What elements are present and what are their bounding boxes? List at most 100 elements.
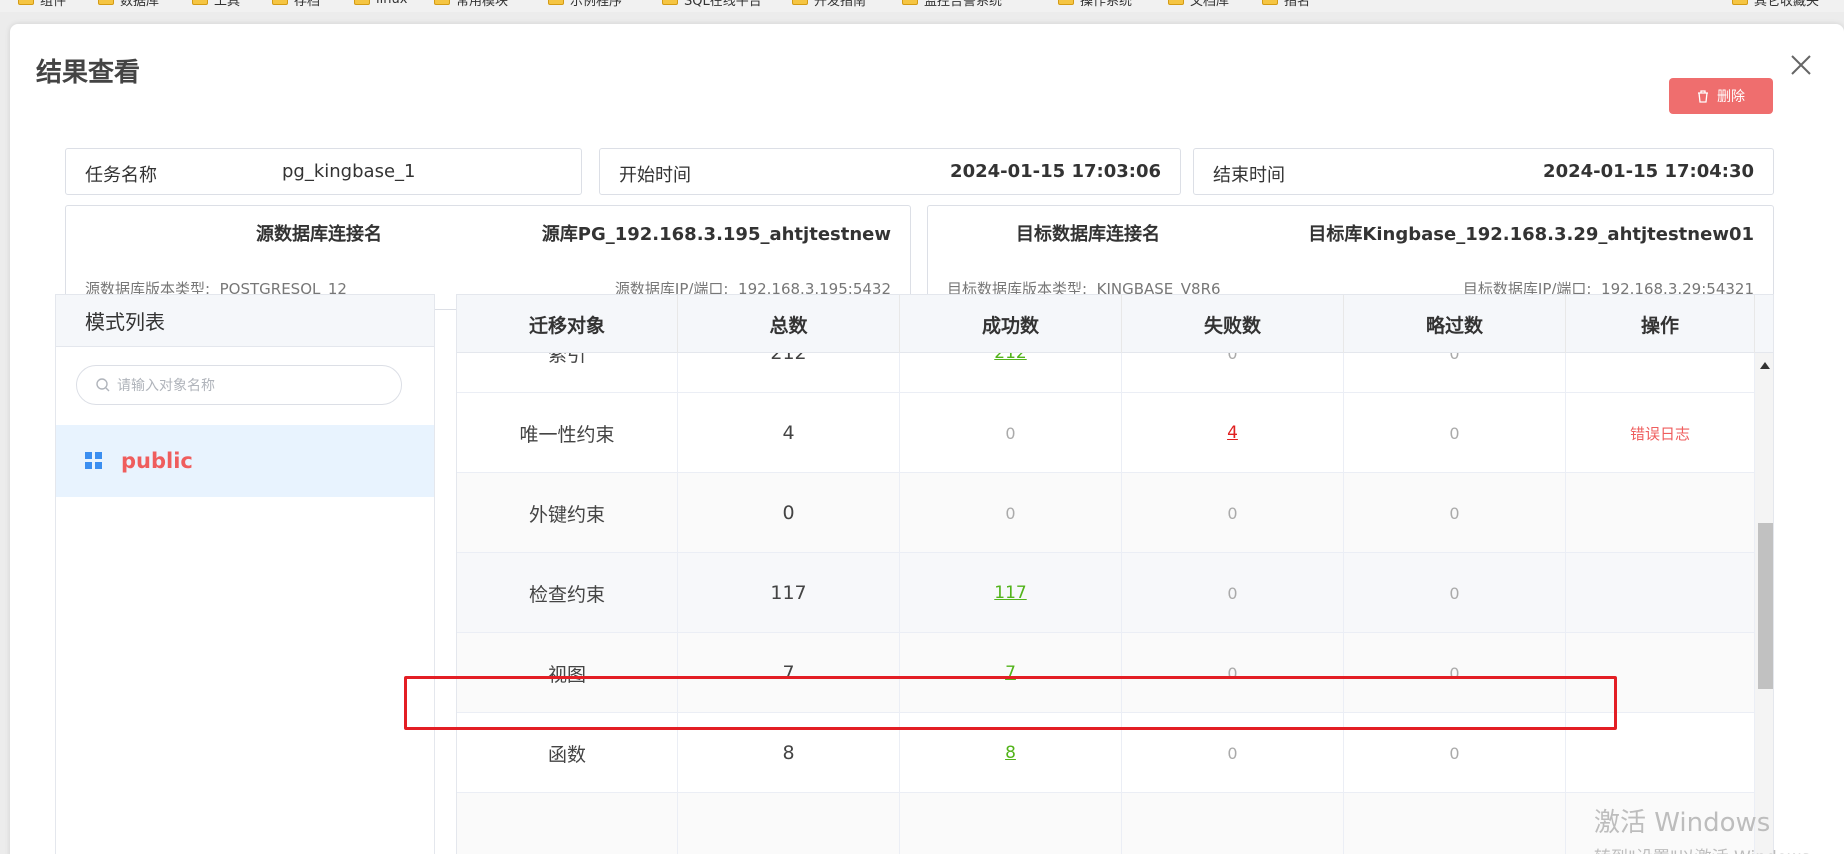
schema-panel-title: 模式列表 [56,295,434,347]
bookmark-item[interactable]: linux [354,0,407,7]
watermark-line1: 激活 Windows [1594,808,1771,838]
bookmark-item[interactable]: 工具 [192,0,240,9]
bookmark-item[interactable]: 指名 [1262,0,1310,9]
success-link[interactable]: 8 [1005,743,1016,763]
target-db-value: 目标库Kingbase_192.168.3.29_ahtjtestnew01 [1308,224,1754,245]
fail-cell: 0 [1227,503,1238,523]
table-row: 外键约束 0 0 0 0 [457,473,1755,553]
bookmark-item[interactable]: 数据库 [98,0,159,9]
error-log-link[interactable]: 错误日志 [1630,423,1690,444]
total-cell: 8 [678,713,900,793]
object-cell: 外键约束 [457,473,678,553]
total-cell: 0 [678,473,900,553]
column-header-success: 成功数 [900,295,1122,353]
object-search-input[interactable]: 请输入对象名称 [76,365,402,405]
schema-panel: 模式列表 请输入对象名称 public [55,294,435,854]
folder-icon [1058,0,1074,5]
start-time-box: 开始时间 2024-01-15 17:03:06 [599,148,1181,195]
total-cell: 7 [678,633,900,713]
search-icon [96,378,110,392]
folder-icon [1732,0,1748,5]
windows-activation-watermark: 激活 Windows 转到"设置"以激活 Windows。 [1594,802,1827,854]
object-cell: 函数 [457,713,678,793]
trash-icon [1697,89,1709,103]
column-header-fail: 失败数 [1122,295,1344,353]
column-header-total: 总数 [678,295,900,353]
end-time-box: 结束时间 2024-01-15 17:04:30 [1193,148,1774,195]
success-link[interactable]: 7 [1005,663,1016,683]
source-db-label: 源数据库连接名 [256,224,382,245]
bookmark-item[interactable]: 常用模块 [434,0,508,9]
folder-icon [98,0,114,5]
object-cell: 唯一性约束 [457,393,678,473]
action-cell [1566,713,1755,793]
column-header-action: 操作 [1566,295,1755,353]
fail-cell: 0 [1227,663,1238,683]
delete-button[interactable]: 删除 [1669,78,1773,114]
folder-icon [1262,0,1278,5]
folder-icon [272,0,288,5]
skip-cell: 0 [1449,663,1460,683]
start-time-value: 2024-01-15 17:03:06 [950,161,1161,182]
start-time-label: 开始时间 [619,165,691,186]
schema-name: public [121,449,193,473]
bookmark-item[interactable]: 存档 [272,0,320,9]
scroll-up-arrow-icon[interactable] [1760,361,1770,369]
folder-icon [18,0,34,5]
schema-item-public[interactable]: public [56,425,434,497]
skip-cell: 0 [1449,583,1460,603]
folder-icon [792,0,808,5]
task-name-label: 任务名称 [85,165,157,186]
task-name-box: 任务名称 pg_kingbase_1 [65,148,582,195]
watermark-line2: 转到"设置"以激活 Windows。 [1594,843,1827,854]
search-placeholder: 请输入对象名称 [117,378,215,394]
bookmark-item[interactable]: 文档库 [1168,0,1229,9]
bookmark-item[interactable]: 示例程序 [548,0,622,9]
bookmark-item[interactable]: 开发指南 [792,0,866,9]
close-icon[interactable] [1788,52,1814,78]
action-cell [1566,553,1755,633]
folder-icon [548,0,564,5]
folder-icon [192,0,208,5]
fail-link[interactable]: 4 [1227,423,1238,443]
column-header-object: 迁移对象 [457,295,678,353]
fail-cell: 0 [1227,743,1238,763]
bookmarks-bar: 组件 数据库 工具 存档 linux 常用模块 示例程序 SQL在线平台 开发指… [0,0,1844,12]
object-cell: 检查约束 [457,553,678,633]
bookmark-item[interactable]: 操作系统 [1058,0,1132,9]
scroll-thumb[interactable] [1758,523,1773,689]
folder-icon [354,0,370,5]
table-scrollbar[interactable] [1755,353,1773,854]
bookmark-item[interactable]: 其它收藏夹 [1732,0,1819,9]
success-cell: 0 [1005,423,1016,443]
table-header: 迁移对象 总数 成功数 失败数 略过数 操作 [457,295,1755,353]
total-cell: 117 [678,553,900,633]
bookmark-item[interactable]: 监控告警系统 [902,0,1002,9]
table-row [457,793,1755,854]
header-gutter [1755,295,1773,353]
dialog-title: 结果查看 [36,58,141,88]
table-row: 唯一性约束 4 0 4 0 错误日志 [457,393,1755,473]
migration-result-table: 索引 212 212 0 0 唯一性约束 4 0 4 0 错误日志 外键约束 0… [456,294,1774,854]
bookmark-item[interactable]: 组件 [18,0,66,9]
folder-icon [1168,0,1184,5]
end-time-value: 2024-01-15 17:04:30 [1543,161,1754,182]
folder-icon [434,0,450,5]
task-name-value: pg_kingbase_1 [282,161,416,182]
table-row: 视图 7 7 0 0 [457,633,1755,713]
end-time-label: 结束时间 [1213,165,1285,186]
skip-cell: 0 [1449,503,1460,523]
skip-cell: 0 [1449,423,1460,443]
action-cell [1566,473,1755,553]
total-cell: 4 [678,393,900,473]
bookmark-item[interactable]: SQL在线平台 [662,0,762,9]
target-db-label: 目标数据库连接名 [1016,224,1160,245]
source-db-value: 源库PG_192.168.3.195_ahtjtestnew [541,224,891,245]
success-link[interactable]: 117 [994,583,1026,603]
fail-cell: 0 [1227,583,1238,603]
delete-label: 删除 [1717,89,1745,105]
grid-icon [85,452,102,469]
folder-icon [662,0,678,5]
folder-icon [902,0,918,5]
object-cell: 视图 [457,633,678,713]
